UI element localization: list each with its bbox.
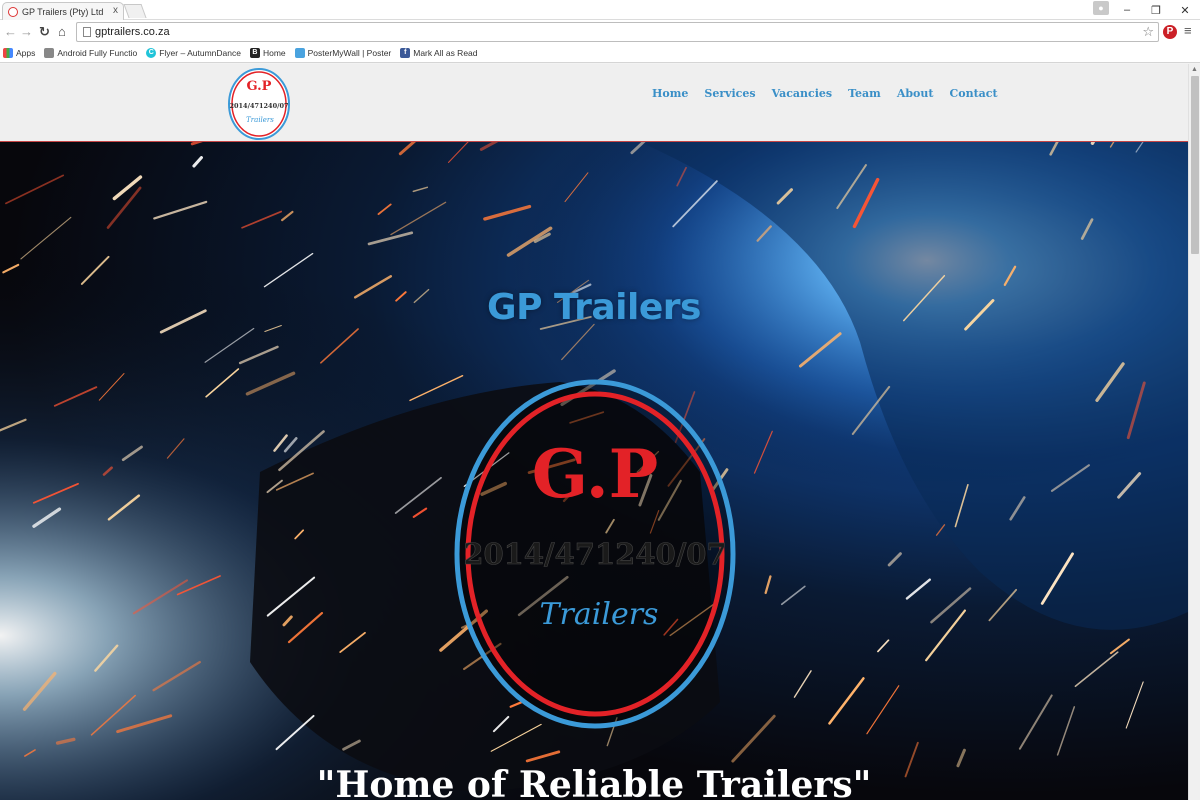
tab-title: GP Trailers (Pty) Ltd <box>22 6 104 17</box>
scroll-up-icon[interactable]: ▲ <box>1191 66 1198 73</box>
hero-section: GP Trailers G.P 2014/471240/07 Trailers … <box>0 142 1188 800</box>
back-icon[interactable]: ← <box>4 24 17 40</box>
logo-initials: G.P <box>247 79 272 94</box>
bookmark-label: Apps <box>16 48 36 58</box>
site-favicon-icon <box>8 6 18 17</box>
bookmark-label: Flyer – AutumnDance <box>159 48 241 58</box>
hero-logo: G.P 2014/471240/07 Trailers <box>454 379 736 729</box>
bookmark-home[interactable]: B Home <box>249 48 286 58</box>
bookmark-label: Mark All as Read <box>413 48 478 58</box>
chrome-menu-icon[interactable]: ≡ <box>1184 23 1192 38</box>
nav-vacancies[interactable]: Vacancies <box>772 87 833 100</box>
site-header: G.P 2014/471240/07 Trailers Home Service… <box>0 64 1188 142</box>
page-scrollbar[interactable]: ▲ <box>1188 64 1200 800</box>
logo-word: Trailers <box>246 116 274 124</box>
nav-team[interactable]: Team <box>848 87 881 100</box>
home-icon[interactable]: ⌂ <box>58 24 66 40</box>
address-bar[interactable]: gptrailers.co.za ☆ <box>76 22 1159 42</box>
bookmark-label: Android Fully Functio <box>57 48 138 58</box>
header-logo[interactable]: G.P 2014/471240/07 Trailers <box>227 66 291 140</box>
bookmark-postermywall[interactable]: PosterMyWall | Poster <box>294 48 392 58</box>
hero-title: GP Trailers <box>487 287 701 328</box>
minimize-icon[interactable]: – <box>1112 0 1142 20</box>
new-tab-button[interactable] <box>123 4 147 18</box>
reload-icon[interactable]: ↻ <box>39 24 50 40</box>
hero-tagline: "Home of Reliable Trailers" <box>316 764 872 800</box>
pinterest-icon[interactable]: P <box>1163 25 1177 39</box>
android-icon <box>44 48 55 58</box>
tab-close-icon[interactable]: x <box>113 5 118 16</box>
browser-tab[interactable]: GP Trailers (Pty) Ltd x <box>2 2 124 20</box>
nav-contact[interactable]: Contact <box>949 87 997 100</box>
browser-tab-strip: GP Trailers (Pty) Ltd x ● – ❐ ✕ <box>0 0 1200 20</box>
nav-services[interactable]: Services <box>704 87 755 100</box>
hero-logo-registration: 2014/471240/07 <box>463 537 726 571</box>
nav-home[interactable]: Home <box>652 87 688 100</box>
facebook-icon: f <box>400 48 411 58</box>
postermywall-icon <box>294 48 305 58</box>
main-nav: Home Services Vacancies Team About Conta… <box>652 87 1014 100</box>
bookmarks-bar: Apps Android Fully Functio C Flyer – Aut… <box>0 44 1200 63</box>
canva-icon: C <box>146 48 157 58</box>
scroll-thumb[interactable] <box>1191 76 1199 254</box>
hero-logo-word: Trailers <box>540 597 659 632</box>
bookmark-mark-all-read[interactable]: f Mark All as Read <box>400 48 478 58</box>
forward-icon[interactable]: → <box>20 24 33 40</box>
b-icon: B <box>249 48 260 58</box>
page-icon <box>83 27 91 37</box>
bookmark-label: Home <box>262 48 286 58</box>
user-profile-icon[interactable]: ● <box>1093 1 1109 15</box>
hero-logo-initials: G.P <box>532 435 659 513</box>
bookmark-star-icon[interactable]: ☆ <box>1142 24 1154 40</box>
nav-about[interactable]: About <box>897 87 934 100</box>
bookmark-flyer[interactable]: C Flyer – AutumnDance <box>146 48 241 58</box>
bookmark-label: PosterMyWall | Poster <box>307 48 392 58</box>
apps-grid-icon <box>3 48 13 58</box>
url-text: gptrailers.co.za <box>95 26 170 38</box>
bookmark-apps[interactable]: Apps <box>3 48 35 58</box>
logo-registration: 2014/471240/07 <box>229 102 288 110</box>
restore-icon[interactable]: ❐ <box>1141 0 1171 20</box>
close-window-icon[interactable]: ✕ <box>1170 0 1200 20</box>
bookmark-android[interactable]: Android Fully Functio <box>44 48 137 58</box>
